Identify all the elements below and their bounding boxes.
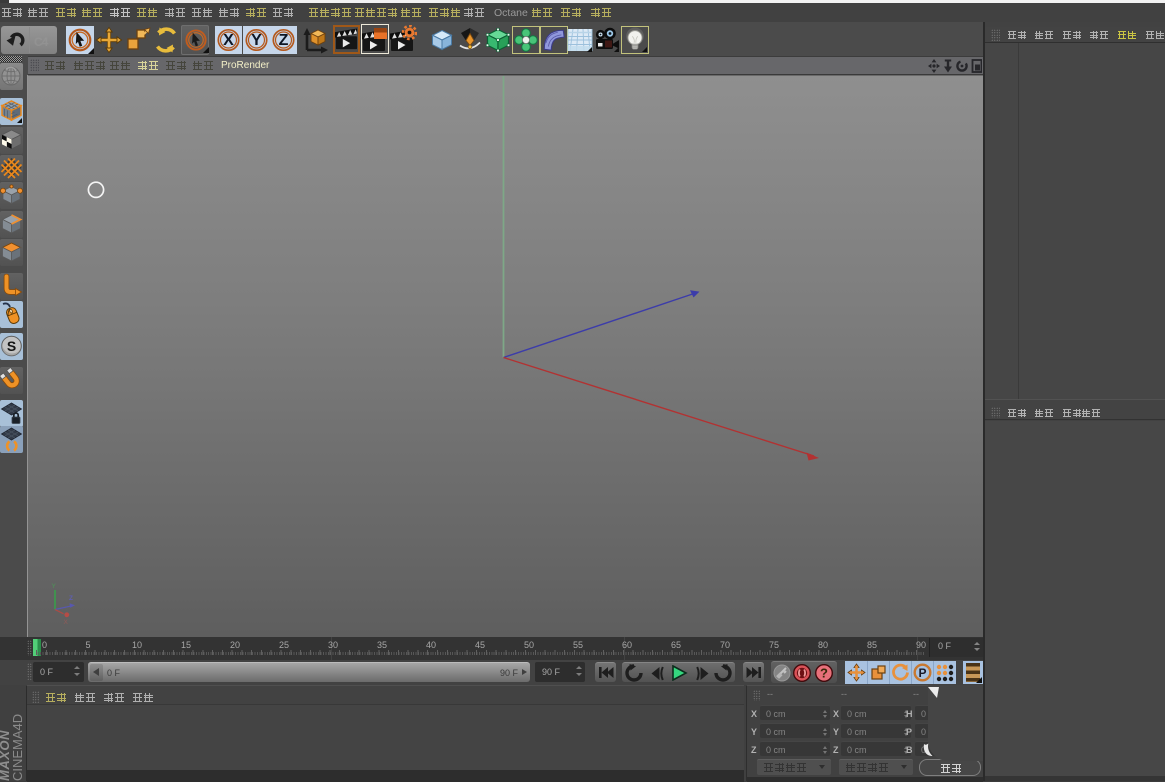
svg-text:Y: Y [52,583,57,590]
svg-text:X: X [64,619,69,626]
svg-text:Y: Y [251,32,262,49]
svg-text:P: P [918,666,926,680]
svg-text:Z: Z [69,595,73,602]
svg-text:S: S [7,338,16,354]
svg-text:Z: Z [279,32,289,49]
svg-text:X: X [223,32,234,49]
svg-text:?: ? [820,666,828,681]
